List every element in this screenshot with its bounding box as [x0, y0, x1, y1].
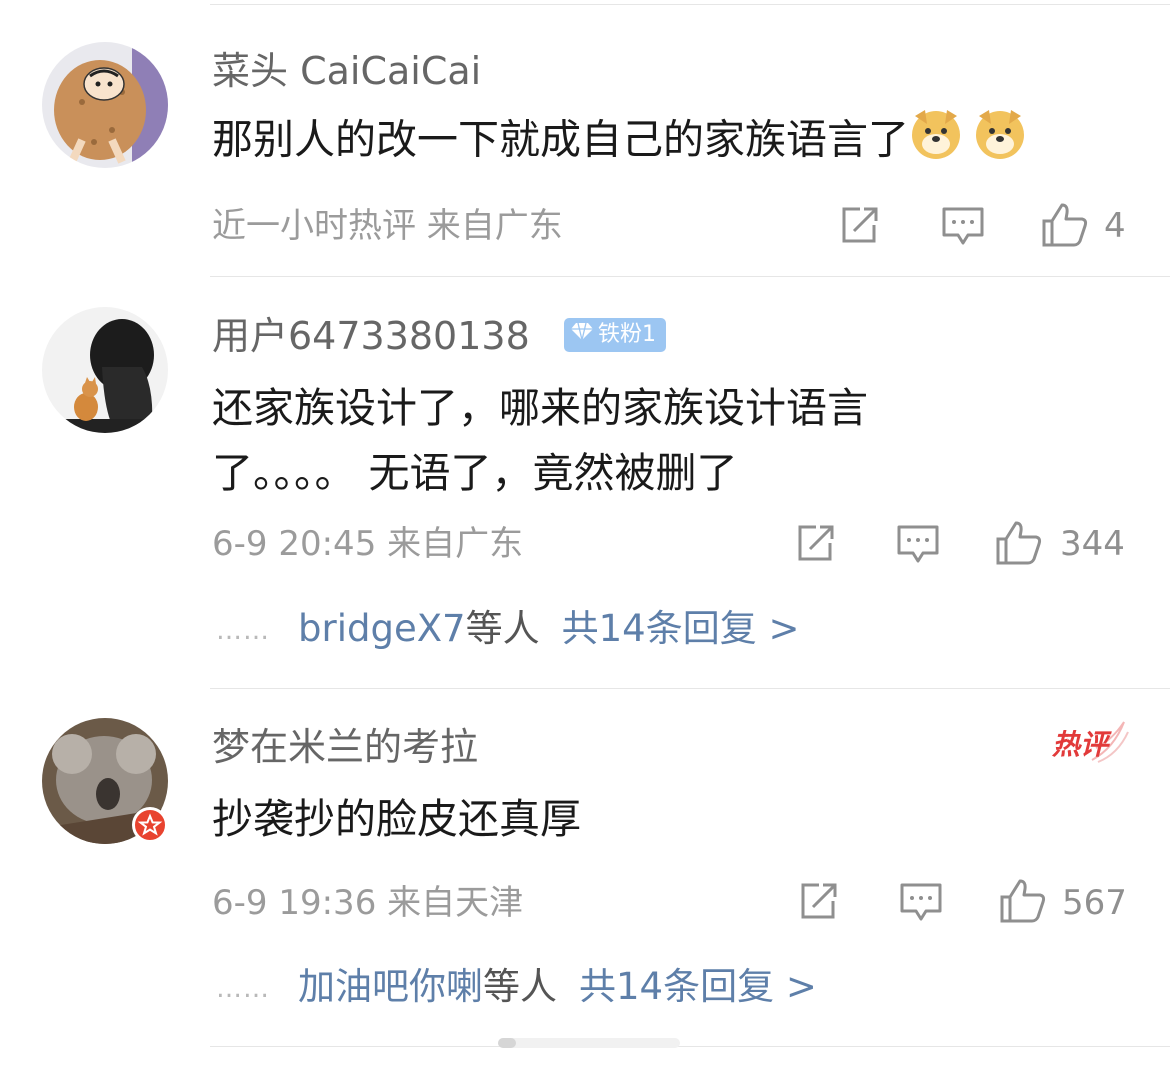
comment-icon[interactable]: [895, 523, 941, 565]
comment-icon[interactable]: [898, 881, 944, 923]
share-icon[interactable]: [797, 881, 841, 921]
reply-username[interactable]: bridgeX7: [298, 607, 466, 650]
reply-count-link[interactable]: 共14条回复 >: [562, 607, 800, 650]
verified-badge-icon: [132, 807, 168, 843]
like-count: 567: [1062, 883, 1127, 923]
username[interactable]: 用户6473380138: [212, 312, 530, 360]
comment-meta: 6-9 19:36 来自天津: [212, 883, 524, 923]
share-icon[interactable]: [838, 205, 882, 245]
divider-top: [210, 4, 1170, 5]
doge-emoji: [973, 106, 1027, 179]
like-count: 4: [1104, 206, 1126, 246]
divider: [210, 688, 1170, 689]
fan-badge-label: 铁粉1: [598, 322, 656, 347]
comment-text-line: 还家族设计了，哪来的家族设计语言: [212, 384, 868, 432]
username[interactable]: 梦在米兰的考拉: [212, 723, 478, 771]
reply-summary[interactable]: …… bridgeX7等人 共14条回复 >: [216, 605, 799, 655]
comment-text-body: 那别人的改一下就成自己的家族语言了: [212, 115, 909, 164]
reply-others-label: 等人: [465, 607, 540, 650]
page-indicator: [498, 1038, 680, 1048]
thumbs-up-icon[interactable]: [994, 519, 1044, 567]
reply-dots: ……: [216, 973, 270, 1004]
reply-count-link[interactable]: 共14条回复 >: [579, 965, 817, 1008]
comment-text: 抄袭抄的脸皮还真厚: [212, 795, 581, 843]
comment-icon[interactable]: [940, 205, 986, 247]
divider: [210, 1046, 1170, 1047]
diamond-icon: [570, 318, 594, 352]
doge-emoji: [909, 106, 963, 179]
reply-summary[interactable]: …… 加油吧你喇等人 共14条回复 >: [216, 963, 817, 1013]
reply-dots: ……: [216, 615, 270, 646]
hot-comment-badge: 热评: [1052, 718, 1132, 768]
avatar[interactable]: [42, 307, 168, 433]
divider: [210, 276, 1170, 277]
comment-meta: 6-9 20:45 来自广东: [212, 524, 524, 564]
fan-badge: 铁粉1: [564, 318, 666, 352]
avatar[interactable]: [42, 42, 168, 168]
comment-text: 那别人的改一下就成自己的家族语言了: [212, 106, 1027, 179]
share-icon[interactable]: [794, 523, 838, 563]
reply-username[interactable]: 加油吧你喇: [298, 965, 483, 1008]
thumbs-up-icon[interactable]: [998, 877, 1048, 925]
thumbs-up-icon[interactable]: [1040, 201, 1090, 249]
comment-meta: 近一小时热评 来自广东: [212, 206, 563, 246]
comment-text-line: 了。。。。 无语了，竟然被删了: [212, 449, 738, 497]
like-count: 344: [1060, 524, 1125, 564]
username[interactable]: 菜头 CaiCaiCai: [212, 47, 481, 95]
reply-others-label: 等人: [483, 965, 557, 1008]
hot-comment-label: 热评: [1052, 728, 1109, 761]
